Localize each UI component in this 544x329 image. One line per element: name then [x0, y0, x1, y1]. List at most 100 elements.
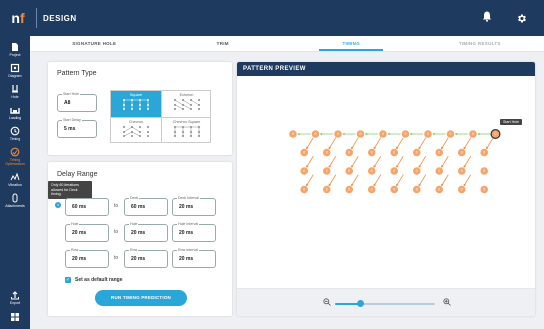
blast-hole[interactable]: 0 [311, 130, 320, 138]
tab-timing[interactable]: TIMING [287, 36, 416, 51]
hole-label: 0 [382, 132, 384, 136]
timing-line-diagonal [328, 137, 337, 150]
blast-hole[interactable]: 0 [345, 167, 354, 175]
blast-hole[interactable]: 0 [289, 130, 297, 138]
diagram-icon [10, 63, 20, 73]
blast-hole[interactable]: 0 [435, 185, 444, 194]
start-delay-field[interactable]: Start Delay 5 ms [57, 118, 97, 138]
nav-item-hole[interactable]: Hole [0, 84, 30, 99]
row-from-field[interactable]: Row 20 ms [65, 248, 109, 268]
pattern-option-square[interactable]: Square [111, 91, 161, 117]
blast-hole[interactable]: 0 [379, 130, 387, 138]
row-to-field[interactable]: Row 20 ms [124, 248, 168, 268]
blast-hole[interactable]: 0 [480, 185, 489, 194]
nav-item-loading[interactable]: Loading [0, 105, 30, 120]
left-nav: Project Diagram Hole Loading Timing Timi… [0, 36, 30, 329]
timing-line-diagonal [418, 155, 427, 168]
row-interval-field[interactable]: Row Interval 20 ms [172, 248, 216, 268]
blast-hole[interactable]: 0 [412, 185, 421, 194]
blast-hole[interactable]: 0 [322, 148, 331, 157]
blast-hole[interactable]: 0 [412, 148, 421, 157]
blast-hole[interactable]: 0 [334, 130, 342, 138]
app-logo[interactable]: nf [0, 0, 36, 36]
chevron-square-pattern-icon [173, 126, 200, 137]
blast-hole[interactable]: 0 [345, 185, 354, 194]
tab-signature-hole[interactable]: SIGNATURE HOLE [30, 36, 159, 51]
run-timing-prediction-button[interactable]: RUN TIMING PREDICTION [95, 290, 187, 306]
blast-hole[interactable]: 0 [300, 185, 309, 194]
hole-interval-field[interactable]: Hole Interval 20 ms [172, 222, 216, 242]
tab-timing-results[interactable]: TIMING RESULTS [416, 36, 544, 51]
blast-hole[interactable]: 0 [345, 148, 354, 157]
blast-hole[interactable]: 0 [322, 185, 331, 194]
blast-hole[interactable]: 0 [446, 130, 455, 138]
nav-item-vibration[interactable]: Vibration [0, 172, 30, 187]
timing-line-diagonal [328, 155, 337, 168]
hole-label: 0 [326, 188, 328, 192]
vibration-icon [10, 172, 20, 181]
timing-line-diagonal [418, 174, 427, 187]
pattern-option-chevron[interactable]: Chevron [111, 117, 161, 143]
blast-hole[interactable]: 0 [424, 130, 432, 138]
blast-hole[interactable]: 0 [435, 167, 444, 175]
to-label: to [114, 203, 119, 209]
hole-to-field[interactable]: Hole 20 ms [124, 222, 168, 242]
hole-label: 0 [303, 188, 305, 192]
blast-hole[interactable]: 0 [480, 167, 489, 175]
timing-line-diagonal [351, 155, 359, 168]
blast-hole[interactable]: 0 [367, 167, 376, 175]
nav-item-project[interactable]: Project [0, 42, 30, 57]
blast-hole[interactable]: 0 [356, 130, 365, 138]
hole-label: 0 [393, 188, 395, 192]
blast-hole[interactable]: 0 [300, 148, 309, 157]
timing-line-diagonal [306, 137, 314, 150]
blast-hole[interactable]: 0 [390, 148, 399, 157]
info-icon[interactable]: i [55, 202, 61, 208]
start-hole-field[interactable]: Start Hole A8 [57, 92, 97, 112]
blast-hole[interactable]: 0 [390, 167, 399, 175]
blast-hole[interactable]: 0 [457, 148, 466, 157]
grid-icon [11, 313, 19, 321]
pattern-option-chevron-square[interactable]: Chevron Square [161, 117, 211, 143]
pattern-preview-card: PATTERN PREVIEW 000000000000000000000000… [237, 62, 535, 316]
blast-hole[interactable]: 0 [435, 148, 444, 157]
bell-icon[interactable] [482, 11, 492, 25]
blast-hole[interactable]: 0 [300, 167, 309, 175]
zoom-slider[interactable] [335, 300, 435, 307]
nav-item-attachments[interactable]: Attachments [0, 193, 30, 208]
blast-hole[interactable]: 0 [401, 130, 410, 138]
blast-hole[interactable]: 0 [390, 185, 399, 194]
default-range-checkbox[interactable]: ✓ [65, 277, 71, 283]
blast-hole[interactable]: 0 [457, 185, 466, 194]
blast-hole[interactable]: 0 [480, 148, 489, 157]
blast-hole[interactable]: 0 [322, 167, 331, 175]
blast-hole[interactable]: 0 [490, 128, 501, 139]
pattern-option-echelon[interactable]: Echelon [161, 91, 211, 117]
pattern-preview-canvas[interactable]: 0 0 0 0 0 0 0 0 0 0 0 0 0 0 0 0 0 0 0 0 0 0 0 0 0 0 0 0 0 0 0 0 0 0 0 0 0 [237, 76, 535, 288]
settings-button[interactable] [506, 0, 536, 36]
blast-hole[interactable]: 0 [469, 130, 477, 138]
zoom-slider-thumb[interactable] [356, 300, 364, 307]
tab-trim[interactable]: TRIM [159, 36, 288, 51]
deck-to-field[interactable]: Deck 60 ms [124, 196, 168, 216]
timing-line-diagonal [373, 155, 382, 168]
blast-hole[interactable]: 0 [367, 185, 376, 194]
nav-item-timing-optimization[interactable]: Timing Optimization [0, 147, 30, 166]
hole-label: 0 [348, 151, 350, 155]
hole-from-field[interactable]: Hole 20 ms [65, 222, 109, 242]
timing-line-diagonal [486, 137, 494, 150]
nav-item-diagram[interactable]: Diagram [0, 63, 30, 78]
blast-hole[interactable]: 0 [367, 148, 376, 157]
timing-line-diagonal [351, 137, 359, 150]
nav-item-timing[interactable]: Timing [0, 126, 30, 141]
hole-label: 0 [495, 132, 497, 136]
nav-item-export[interactable]: Export [0, 290, 30, 305]
grid-menu-button[interactable] [0, 312, 30, 322]
blast-hole[interactable]: 0 [457, 167, 466, 175]
deck-interval-field[interactable]: Deck Interval 20 ms [172, 196, 216, 216]
zoom-out-icon[interactable] [323, 298, 331, 308]
deck-from-field[interactable]: 60 ms [65, 198, 109, 216]
tab-bar: SIGNATURE HOLE TRIM TIMING TIMING RESULT… [30, 36, 544, 52]
zoom-in-icon[interactable] [443, 298, 451, 308]
blast-hole[interactable]: 0 [412, 167, 421, 175]
